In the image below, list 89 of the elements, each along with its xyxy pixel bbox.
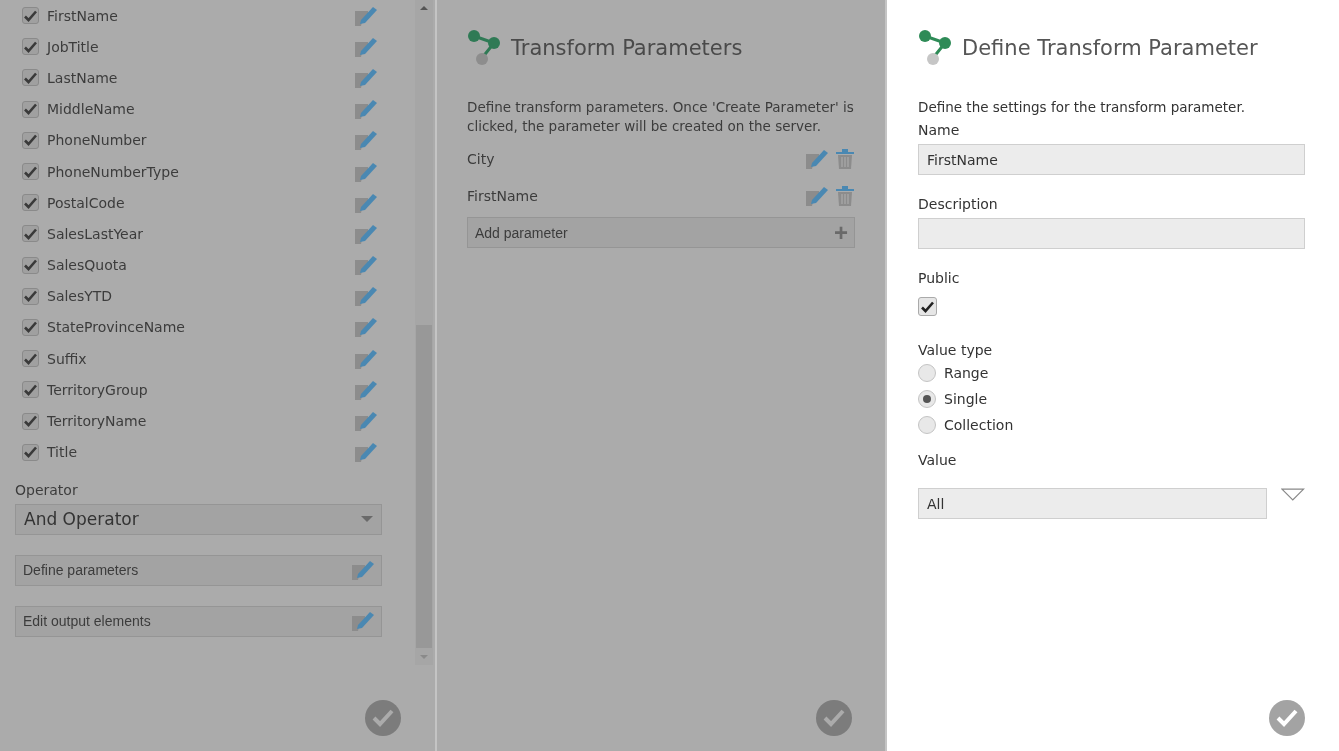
checkbox[interactable] <box>22 131 39 149</box>
edit-icon[interactable] <box>354 4 378 27</box>
edit-icon[interactable] <box>805 147 829 170</box>
edit-icon[interactable] <box>354 347 378 370</box>
description-field[interactable] <box>918 218 1305 249</box>
parameter-name: FirstName <box>467 187 539 204</box>
checkbox[interactable] <box>22 287 39 305</box>
edit-icon[interactable] <box>354 378 378 401</box>
caret-icon <box>361 515 373 523</box>
field-label: PostalCode <box>47 194 126 211</box>
field-label: PhoneNumberType <box>47 163 180 180</box>
checkbox[interactable] <box>22 381 39 399</box>
field-label: LastName <box>47 69 119 86</box>
field-label: FirstName <box>47 7 119 24</box>
panel-description: Define the settings for the transform parameter. <box>918 98 1247 117</box>
checkbox[interactable] <box>22 443 39 461</box>
edit-icon[interactable] <box>354 35 378 58</box>
field-label: Suffix <box>47 350 88 367</box>
field-label: Value <box>918 452 958 468</box>
panel-title: Transform Parameters <box>511 36 743 60</box>
checkbox[interactable] <box>22 318 39 336</box>
check-icon <box>372 709 394 727</box>
field-label: JobTitle <box>47 38 100 55</box>
radio-label: Collection <box>944 417 1014 433</box>
checkbox[interactable] <box>918 297 937 316</box>
confirm-button[interactable] <box>365 700 401 736</box>
edit-icon[interactable] <box>354 222 378 245</box>
edit-icon[interactable] <box>354 160 378 183</box>
edit-icon[interactable] <box>354 129 378 152</box>
checkbox[interactable] <box>22 412 39 430</box>
edit-icon[interactable] <box>354 441 378 464</box>
panel-title: Define Transform Parameter <box>962 36 1258 60</box>
operator-label: Operator <box>15 481 79 498</box>
checkbox[interactable] <box>22 350 39 368</box>
scrollbar[interactable] <box>415 0 433 665</box>
radio-button[interactable] <box>918 416 936 434</box>
radio-label: Range <box>944 365 989 381</box>
edit-icon[interactable] <box>354 98 378 121</box>
edit-icon[interactable] <box>354 316 378 339</box>
name-field[interactable]: FirstName <box>918 144 1305 175</box>
field-label: Public <box>918 270 961 286</box>
checkbox[interactable] <box>22 69 39 87</box>
checkbox[interactable] <box>22 38 39 56</box>
trash-icon[interactable] <box>835 184 855 207</box>
edit-icon[interactable] <box>354 285 378 308</box>
checkbox[interactable] <box>22 7 39 25</box>
radio-label: Single <box>944 391 988 407</box>
checkbox[interactable] <box>22 256 39 274</box>
field-label: MiddleName <box>47 101 136 118</box>
edit-icon[interactable] <box>354 66 378 89</box>
plus-icon: + <box>834 220 848 245</box>
add-parameter-button[interactable]: Add parameter + <box>467 217 855 248</box>
radio-button[interactable] <box>918 390 936 408</box>
check-icon <box>1276 709 1298 727</box>
field-label: Description <box>918 196 999 212</box>
field-label: SalesYTD <box>47 288 114 305</box>
radio-button[interactable] <box>918 364 936 382</box>
parameter-name: City <box>467 150 496 167</box>
checkbox[interactable] <box>22 100 39 118</box>
trash-icon[interactable] <box>835 147 855 170</box>
field-label: SalesLastYear <box>47 225 145 242</box>
check-icon <box>823 709 845 727</box>
action-button[interactable]: Define parameters <box>15 554 382 586</box>
dropdown-icon[interactable] <box>1281 488 1305 501</box>
logo-icon <box>918 30 952 66</box>
checkbox[interactable] <box>22 225 39 243</box>
field-label: Title <box>47 444 78 461</box>
field-label: TerritoryName <box>47 413 148 430</box>
confirm-button[interactable] <box>1269 700 1305 736</box>
field-label: PhoneNumber <box>47 132 148 149</box>
logo-icon <box>467 30 501 66</box>
field-label: SalesQuota <box>47 257 128 274</box>
field-label: Value type <box>918 342 994 358</box>
operator-dropdown[interactable]: And Operator <box>15 503 382 535</box>
edit-icon <box>351 610 375 633</box>
edit-icon[interactable] <box>354 254 378 277</box>
edit-icon[interactable] <box>354 410 378 433</box>
edit-icon[interactable] <box>805 184 829 207</box>
edit-icon <box>351 559 375 582</box>
panel-description: Define transform parameters. Once 'Create Parameter' is clicked, the parameter will be created on the server. <box>467 98 855 136</box>
value-field[interactable]: All <box>918 488 1268 519</box>
field-label: Name <box>918 122 961 138</box>
field-label: StateProvinceName <box>47 319 186 336</box>
action-button[interactable]: Edit output elements <box>15 605 382 637</box>
confirm-button[interactable] <box>816 700 852 736</box>
checkbox[interactable] <box>22 163 39 181</box>
checkbox[interactable] <box>22 194 39 212</box>
field-label: TerritoryGroup <box>47 381 149 398</box>
edit-icon[interactable] <box>354 191 378 214</box>
